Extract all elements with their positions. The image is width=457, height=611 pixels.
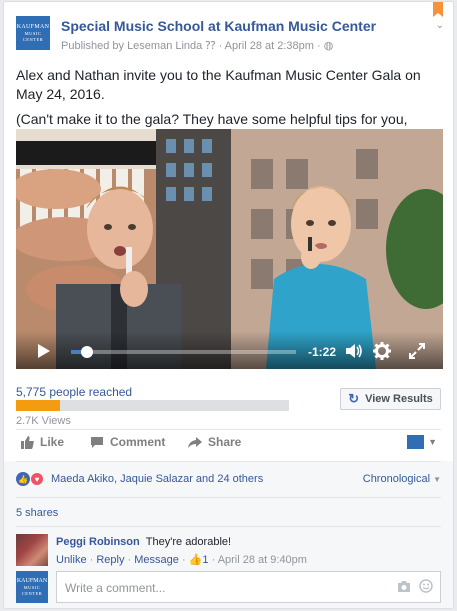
camera-icon[interactable] [397, 581, 411, 592]
fullscreen-icon[interactable] [408, 342, 426, 360]
comment-like-count[interactable]: 1 [202, 554, 208, 566]
comment-button[interactable]: Comment [90, 435, 165, 449]
view-count: 2.7K Views [16, 415, 71, 427]
post-as-selector[interactable]: ▼ [407, 435, 437, 449]
comment-composer: KAUFMAN MUSIC CENTER Write a comment... [16, 568, 441, 603]
refresh-icon: ↻ [348, 391, 360, 406]
action-bar: Like Comment Share ▼ [16, 432, 441, 458]
post-date[interactable]: · April 28 at 2:38pm · [219, 40, 321, 52]
comment-order-selector[interactable]: Chronological ▼ [363, 473, 441, 485]
page-thumbnail [407, 435, 425, 449]
post-card: KAUFMAN MUSIC CENTER Special Music Schoo… [3, 1, 454, 609]
comment-text: They're adorable! [145, 536, 232, 548]
view-results-button[interactable]: ↻ View Results [340, 388, 441, 410]
chevron-down-icon[interactable]: ⌄ [436, 20, 444, 31]
caret-down-icon: ▼ [433, 475, 441, 484]
page-avatar: KAUFMAN MUSIC CENTER [16, 571, 48, 603]
people-reached[interactable]: 5,775 people reached [16, 385, 132, 399]
scrubber-knob[interactable] [80, 346, 93, 358]
post-text-line: Alex and Nathan invite you to the Kaufma… [16, 67, 421, 102]
published-prefix: Published by [61, 40, 124, 52]
comment-body: Peggi Robinson They're adorable! [56, 536, 231, 548]
page-name-link[interactable]: Special Music School at Kaufman Music Ce… [61, 18, 376, 34]
post-meta: Published by Leseman Linda ⁇ · April 28 … [61, 39, 333, 52]
comment-icon [91, 436, 103, 448]
shares-link[interactable]: 5 shares [16, 507, 58, 519]
view-results-label: View Results [365, 393, 433, 405]
reactions-row: 👍 ♥ Maeda Akiko, Jaquie Salazar and 24 o… [16, 471, 441, 489]
time-remaining: -1:22 [308, 345, 337, 359]
play-icon[interactable] [38, 344, 50, 358]
post-header: KAUFMAN MUSIC CENTER Special Music Schoo… [16, 16, 441, 58]
reach-bar [16, 400, 289, 411]
bookmark-icon [433, 2, 443, 17]
reach-bar-fill [16, 400, 60, 411]
unlike-link[interactable]: Unlike [56, 554, 87, 566]
divider [16, 526, 441, 527]
divider [16, 461, 441, 462]
thumbs-up-icon: 👍 [188, 554, 203, 566]
thumbs-up-icon [21, 435, 34, 449]
like-reaction-icon: 👍 [16, 472, 30, 486]
share-arrow-icon [188, 436, 202, 448]
reply-link[interactable]: Reply [96, 554, 124, 566]
share-button[interactable]: Share [188, 435, 241, 449]
message-link[interactable]: Message [134, 554, 179, 566]
divider [16, 497, 441, 498]
gear-icon[interactable] [373, 342, 391, 360]
emoji-icon[interactable] [419, 579, 433, 593]
comment-timestamp[interactable]: April 28 at 9:40pm [218, 554, 307, 566]
commenter-avatar[interactable] [16, 534, 48, 566]
divider [16, 429, 441, 430]
info-icon: ⁇ [205, 40, 216, 52]
globe-icon: ◍ [323, 40, 334, 52]
video-player[interactable]: -1:22 [16, 129, 443, 369]
caret-down-icon: ▼ [428, 437, 437, 447]
reactors-link[interactable]: Maeda Akiko, Jaquie Salazar and 24 other… [51, 473, 263, 485]
author-link[interactable]: Leseman Linda [127, 40, 202, 52]
comment-actions: Unlike · Reply · Message · 👍1 · April 28… [56, 554, 307, 566]
like-button[interactable]: Like [20, 435, 64, 449]
comment-input[interactable]: Write a comment... [56, 571, 441, 603]
comment-item: Peggi Robinson They're adorable! Unlike … [16, 534, 441, 568]
volume-icon[interactable] [344, 343, 364, 359]
video-controls: -1:22 [16, 331, 443, 369]
commenter-name[interactable]: Peggi Robinson [56, 536, 140, 548]
video-scrubber[interactable] [71, 346, 296, 358]
love-reaction-icon: ♥ [30, 472, 44, 486]
page-logo[interactable]: KAUFMAN MUSIC CENTER [16, 16, 50, 50]
